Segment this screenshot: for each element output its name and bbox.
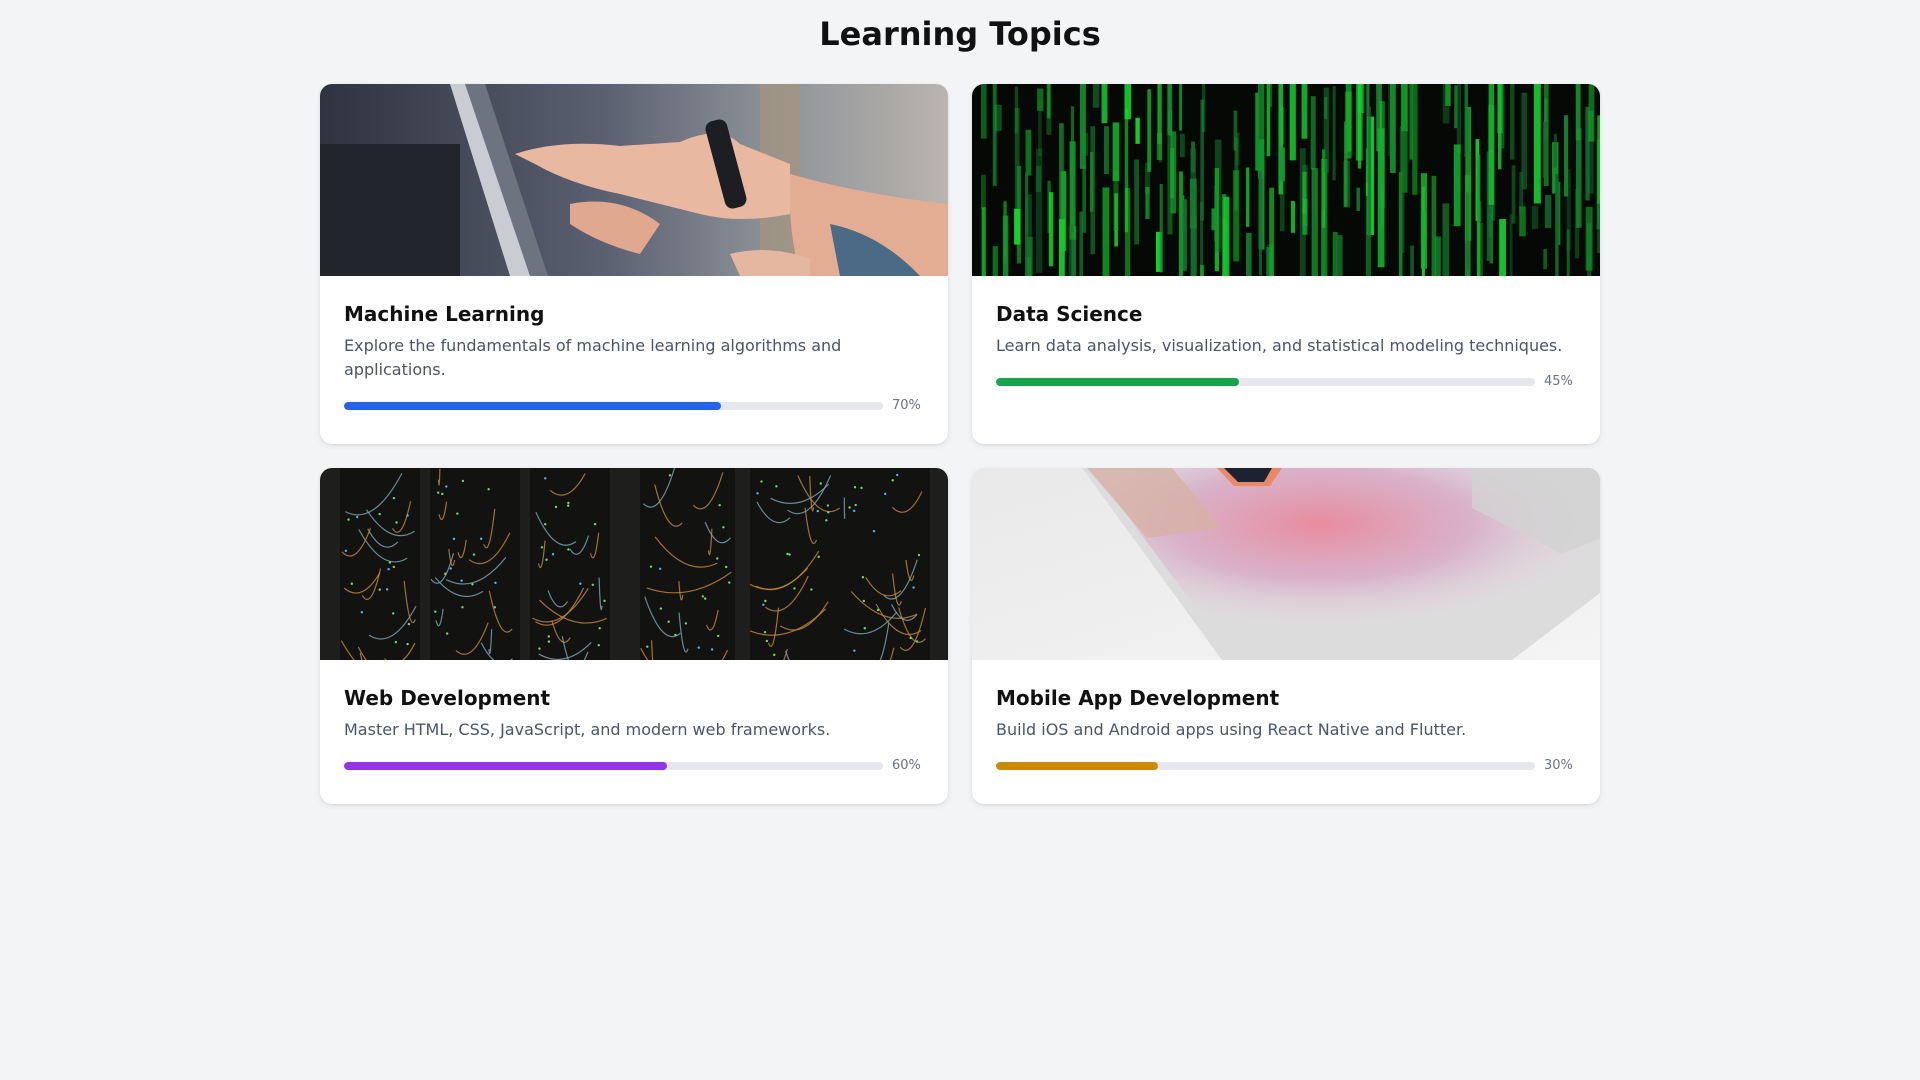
- progress-percent: 70%: [892, 398, 921, 413]
- learning-topics-page: Learning Topics Machine Learning Explore…: [0, 0, 1920, 1080]
- progress-row: 70%: [344, 398, 924, 413]
- progress-fill: [996, 761, 1158, 770]
- topic-image-machine-learning: [320, 84, 948, 276]
- topic-title: Web Development: [344, 686, 551, 710]
- progress-fill: [996, 377, 1239, 386]
- topic-card-body: Mobile App Development Build iOS and And…: [972, 660, 1600, 773]
- progress-percent: 30%: [1544, 758, 1573, 773]
- topic-title: Data Science: [996, 302, 1143, 326]
- topic-description: Build iOS and Android apps using React N…: [996, 720, 1467, 739]
- server-rack-photo: [320, 468, 948, 660]
- topic-card-mobile-app-development[interactable]: Mobile App Development Build iOS and And…: [972, 468, 1600, 804]
- topic-title: Mobile App Development: [996, 686, 1280, 710]
- topic-image-web-development: [320, 468, 948, 660]
- topic-image-mobile-app-development: [972, 468, 1600, 660]
- topic-card-body: Data Science Learn data analysis, visual…: [972, 276, 1600, 389]
- topic-card-body: Machine Learning Explore the fundamental…: [320, 276, 948, 413]
- progress-bar: [996, 377, 1535, 386]
- topic-description: Master HTML, CSS, JavaScript, and modern…: [344, 720, 831, 739]
- progress-percent: 60%: [892, 758, 921, 773]
- topic-card-body: Web Development Master HTML, CSS, JavaSc…: [320, 660, 948, 773]
- hands-tablet-photo: [320, 84, 948, 276]
- progress-row: 30%: [996, 758, 1576, 773]
- progress-percent: 45%: [1544, 374, 1573, 389]
- progress-bar: [344, 401, 883, 410]
- topic-card-data-science[interactable]: Data Science Learn data analysis, visual…: [972, 84, 1600, 444]
- topic-title: Machine Learning: [344, 302, 545, 326]
- progress-bar: [344, 761, 883, 770]
- laptop-photo: [972, 468, 1600, 660]
- progress-fill: [344, 401, 722, 410]
- matrix-code-photo: [972, 84, 1600, 276]
- page-title: Learning Topics: [819, 15, 1101, 53]
- topic-image-data-science: [972, 84, 1600, 276]
- progress-row: 60%: [344, 758, 924, 773]
- topic-description: Learn data analysis, visualization, and …: [996, 336, 1563, 355]
- topic-description: Explore the fundamentals of machine lear…: [344, 336, 842, 379]
- progress-fill: [344, 761, 668, 770]
- topic-card-web-development[interactable]: Web Development Master HTML, CSS, JavaSc…: [320, 468, 948, 804]
- progress-bar: [996, 761, 1535, 770]
- topics-grid: Machine Learning Explore the fundamental…: [320, 84, 1600, 804]
- topic-card-machine-learning[interactable]: Machine Learning Explore the fundamental…: [320, 84, 948, 444]
- progress-row: 45%: [996, 374, 1576, 389]
